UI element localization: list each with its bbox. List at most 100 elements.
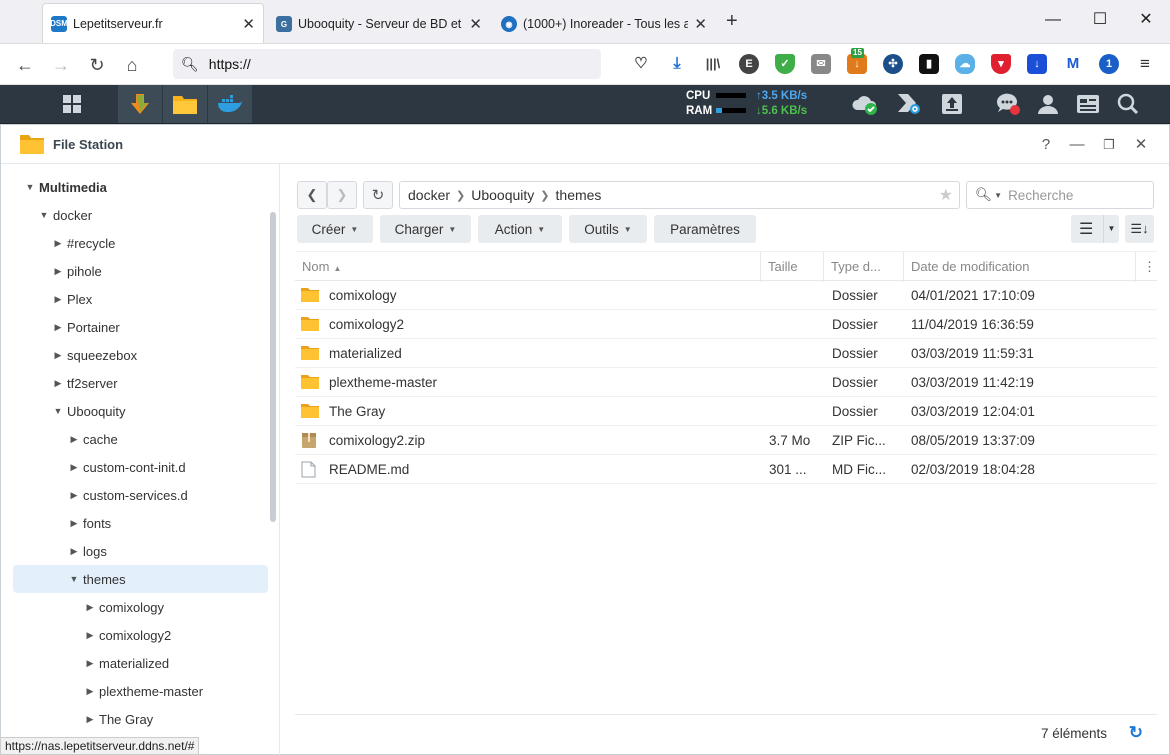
caret-right-icon[interactable]: ▶ <box>67 518 81 529</box>
caret-right-icon[interactable]: ▶ <box>67 434 81 445</box>
browser-tab-lepetitserveur[interactable]: DSM Lepetitserveur.fr ✕ <box>42 3 264 43</box>
shield-red-icon[interactable]: ▾ <box>991 54 1011 74</box>
caret-down-icon[interactable]: ▼ <box>37 210 51 220</box>
minimize-window-button[interactable]: — <box>1043 10 1063 30</box>
path-segment-themes[interactable]: themes <box>556 187 602 203</box>
caret-right-icon[interactable]: ▶ <box>51 350 65 361</box>
download-station-button[interactable] <box>118 85 162 123</box>
caret-right-icon[interactable]: ▶ <box>51 322 65 333</box>
tree-node[interactable]: ▶ pihole <box>51 257 102 285</box>
cloud-icon[interactable]: ☁ <box>955 54 975 74</box>
path-segment-docker[interactable]: docker <box>408 187 450 203</box>
browser-tab-inoreader[interactable]: ◉ (1000+) Inoreader - Tous les arti ✕ <box>493 4 715 44</box>
notifications-button[interactable] <box>986 85 1030 123</box>
search-button[interactable] <box>1106 85 1150 123</box>
maximize-window-button[interactable]: ☐ <box>1090 10 1110 30</box>
upload-button[interactable]: Charger ▼ <box>380 215 471 243</box>
caret-right-icon[interactable]: ▶ <box>83 658 97 669</box>
column-options-icon[interactable]: ⋮ <box>1136 252 1157 282</box>
back-button[interactable]: ← <box>12 52 38 78</box>
e-extension-icon[interactable]: E <box>739 54 759 74</box>
user-button[interactable] <box>1026 85 1070 123</box>
tree-node[interactable]: ▶ custom-services.d <box>67 481 188 509</box>
caret-down-icon[interactable]: ▼ <box>23 182 37 192</box>
minimize-button[interactable]: — <box>1067 135 1087 155</box>
resource-monitor-widget[interactable]: CPU RAM ↑3.5 KB/s ↓5.6 KB/s <box>664 85 824 123</box>
close-icon[interactable]: ✕ <box>469 15 482 33</box>
path-bar[interactable]: docker ❯ Ubooquity ❯ themes ★ <box>399 181 960 209</box>
tree-node[interactable]: ▶ logs <box>67 537 107 565</box>
tree-scrollbar[interactable] <box>270 212 276 522</box>
caret-down-icon[interactable]: ▼ <box>51 406 65 416</box>
sort-button[interactable]: ☰↓ <box>1125 215 1154 243</box>
caret-right-icon[interactable]: ▶ <box>67 462 81 473</box>
file-station-button[interactable] <box>163 85 207 123</box>
library-icon[interactable]: |||\ <box>703 54 723 74</box>
tree-node[interactable]: ▶ materialized <box>83 649 170 677</box>
column-size[interactable]: Taille <box>761 252 824 282</box>
main-menu-button[interactable] <box>50 85 94 123</box>
download-blue-icon[interactable]: ↓ <box>1027 54 1047 74</box>
close-icon[interactable]: ✕ <box>242 15 255 33</box>
column-type[interactable]: Type d... <box>824 252 904 282</box>
tree-node[interactable]: ▶ The Gray <box>83 705 154 733</box>
tree-node[interactable]: ▼ Ubooquity <box>51 397 126 425</box>
help-button[interactable]: ? <box>1036 135 1056 155</box>
caret-right-icon[interactable]: ▶ <box>51 378 65 389</box>
close-button[interactable]: ✕ <box>1131 135 1151 155</box>
url-bar[interactable]: 🔍︎ https:// <box>173 49 601 79</box>
tree-node[interactable]: ▶ comixology2 <box>83 621 172 649</box>
tree-node[interactable]: ▶ tf2server <box>51 369 118 397</box>
mail-icon[interactable]: ✉ <box>811 54 831 74</box>
universal-search-button[interactable] <box>886 85 930 123</box>
column-modified[interactable]: Date de modification <box>904 252 1136 282</box>
tree-node[interactable]: ▶ Plex <box>51 285 93 313</box>
terminal-icon[interactable]: ▮ <box>919 54 939 74</box>
home-button[interactable]: ⌂ <box>119 52 145 78</box>
forward-button[interactable]: → <box>48 52 74 78</box>
refresh-button[interactable]: ↻ <box>363 181 393 209</box>
tree-node[interactable]: ▶ #recycle <box>51 229 116 257</box>
table-row[interactable]: README.md 301 ... MD Fic... 02/03/2019 18:0… <box>295 455 1157 484</box>
chevron-down-icon[interactable]: ▼ <box>994 191 1002 200</box>
tree-node[interactable]: ▶ Portainer <box>51 313 120 341</box>
path-segment-ubooquity[interactable]: Ubooquity <box>471 187 534 203</box>
caret-right-icon[interactable]: ▶ <box>51 294 65 305</box>
tree-node[interactable]: ▼ themes <box>13 565 268 593</box>
tree-node[interactable]: ▼ docker <box>37 201 93 229</box>
caret-right-icon[interactable]: ▶ <box>51 266 65 277</box>
search-input[interactable]: 🔍︎ ▼ Recherche <box>966 181 1154 209</box>
shield-icon[interactable]: ✓ <box>775 54 795 74</box>
caret-right-icon[interactable]: ▶ <box>67 546 81 557</box>
caret-down-icon[interactable]: ▼ <box>67 574 81 584</box>
table-row[interactable]: comixology2.zip 3.7 Mo ZIP Fic... 08/05/201… <box>295 426 1157 455</box>
close-icon[interactable]: ✕ <box>694 15 707 33</box>
extension-icon[interactable]: ✣ <box>883 54 903 74</box>
tree-node[interactable]: ▼ Multimedia <box>23 173 107 201</box>
caret-right-icon[interactable]: ▶ <box>83 602 97 613</box>
restore-button[interactable]: ❐ <box>1099 135 1119 155</box>
close-window-button[interactable]: ✕ <box>1136 10 1156 30</box>
forward-button[interactable]: ❯ <box>327 181 357 209</box>
view-mode-button[interactable]: ☰ ▼ <box>1071 215 1119 243</box>
malwarebytes-icon[interactable]: M <box>1063 54 1083 74</box>
menu-icon[interactable]: ≡ <box>1135 54 1155 74</box>
column-name[interactable]: Nom ▲ <box>295 252 761 282</box>
tree-node[interactable]: ▶ squeezebox <box>51 341 138 369</box>
download-icon[interactable]: ⤓ <box>667 54 687 74</box>
table-row[interactable]: comixology Dossier 04/01/2021 17:10:09 <box>295 281 1157 310</box>
back-button[interactable]: ❮ <box>297 181 327 209</box>
reload-button[interactable]: ↻ <box>84 52 110 78</box>
table-row[interactable]: plextheme-master Dossier 03/03/2019 11:42:… <box>295 368 1157 397</box>
star-icon[interactable]: ★ <box>939 185 953 205</box>
caret-right-icon[interactable]: ▶ <box>83 714 97 725</box>
settings-button[interactable]: Paramètres <box>654 215 756 243</box>
tree-node[interactable]: ▶ plextheme-master <box>83 677 204 705</box>
tree-node[interactable]: ▶ comixology <box>83 593 165 621</box>
download-manager-icon[interactable]: 15 ↓ <box>847 48 867 74</box>
caret-right-icon[interactable]: ▶ <box>83 686 97 697</box>
action-button[interactable]: Action ▼ <box>478 215 562 243</box>
docker-button[interactable] <box>208 85 252 123</box>
table-row[interactable]: The Gray Dossier 03/03/2019 12:04:01 <box>295 397 1157 426</box>
caret-right-icon[interactable]: ▶ <box>51 238 65 249</box>
